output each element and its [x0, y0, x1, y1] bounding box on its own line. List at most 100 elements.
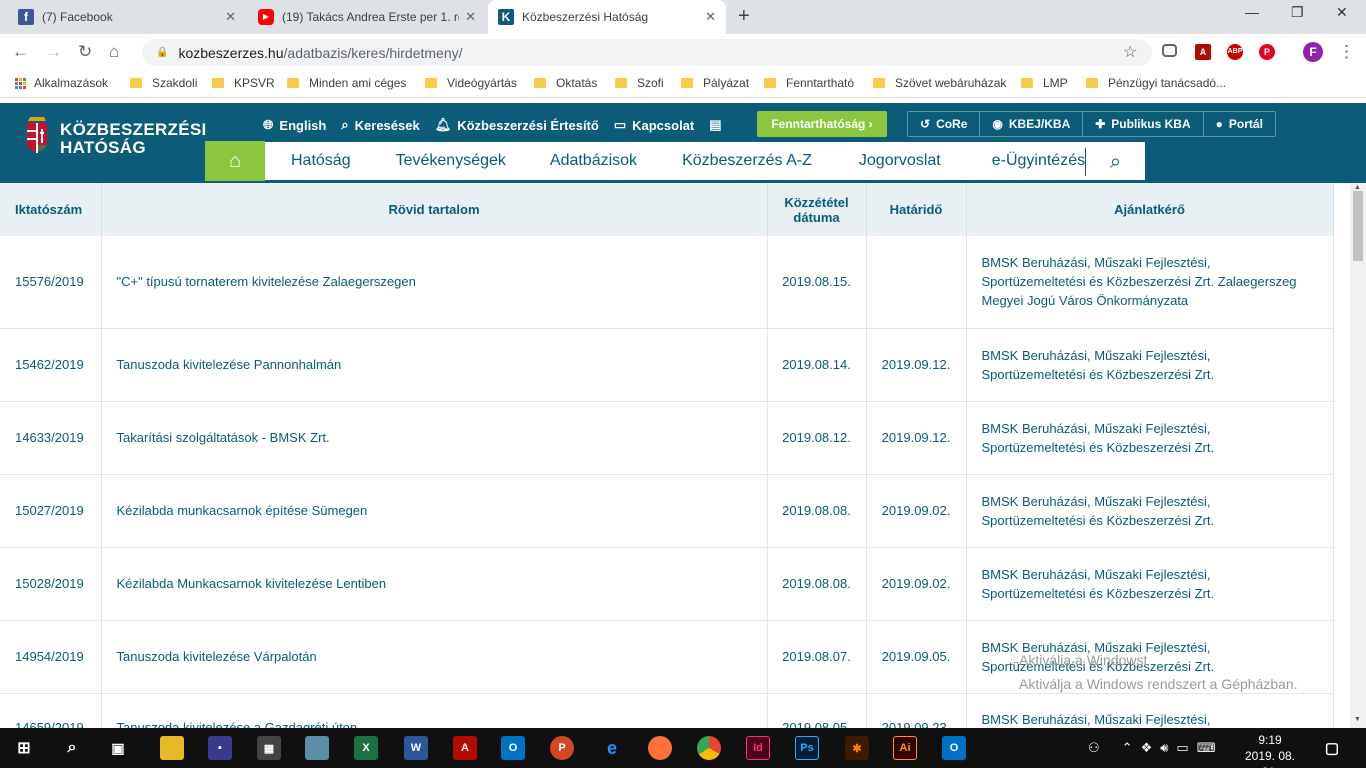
chrome-icon[interactable] [697, 736, 721, 760]
nav-tevekenysegek[interactable]: Tevékenységek [396, 152, 506, 170]
file-explorer-icon[interactable] [160, 736, 184, 760]
row-title[interactable]: "C+" típusú tornaterem kivitelezése Zala… [101, 236, 768, 329]
document-icon[interactable]: ▤ [709, 117, 721, 133]
bookmark-folder[interactable]: Videógyártás [425, 76, 517, 90]
edge-icon[interactable]: e [600, 736, 624, 760]
forward-icon[interactable]: → [45, 42, 62, 62]
illustrator-icon[interactable]: Ai [893, 736, 917, 760]
bookmark-apps[interactable]: Alkalmazások [15, 76, 108, 90]
row-id[interactable]: 15462/2019 [0, 328, 102, 402]
fenntarthatosag-button[interactable]: Fenntarthatóság › [757, 111, 887, 137]
word-icon[interactable]: W [404, 736, 428, 760]
table-row[interactable]: 15462/2019 Tanuszoda kivitelezése Pannon… [0, 328, 1334, 402]
people-icon[interactable]: ⚇ [1088, 740, 1100, 756]
language-icon[interactable]: ⌨ [1197, 740, 1216, 756]
reload-icon[interactable]: ↻ [78, 42, 92, 62]
row-title[interactable]: Tanuszoda kivitelezése Várpalotán [101, 620, 768, 694]
row-id[interactable]: 15027/2019 [0, 474, 102, 548]
close-icon[interactable]: ✕ [225, 9, 236, 25]
acrobat-icon[interactable]: A [453, 736, 477, 760]
home-icon[interactable]: ⌂ [109, 42, 119, 62]
photoshop-icon[interactable]: Ps [795, 736, 819, 760]
table-row[interactable]: 15027/2019 Kézilabda munkacsarnok építés… [0, 474, 1334, 548]
bookmark-folder[interactable]: Pályázat [681, 76, 749, 90]
bookmark-folder[interactable]: Szofi [615, 76, 664, 90]
search-icon[interactable]: ⌕ [60, 736, 84, 760]
notes-icon[interactable] [305, 736, 329, 760]
row-requester[interactable]: BMSK Beruházási, Műszaki Fejlesztési, Sp… [966, 547, 1334, 621]
bookmark-folder[interactable]: Szövet webáruházak [873, 76, 1006, 90]
tab-youtube[interactable]: ▶ (19) Takács Andrea Erste per 1. ré ✕ [248, 0, 486, 34]
row-title[interactable]: Kézilabda munkacsarnok építése Sümegen [101, 474, 768, 548]
scroll-up-icon[interactable]: ▲ [1354, 184, 1361, 191]
profile-avatar[interactable]: F [1303, 42, 1323, 62]
row-title[interactable]: Takarítási szolgáltatások - BMSK Zrt. [101, 401, 768, 475]
row-requester[interactable]: BMSK Beruházási, Műszaki Fejlesztési, Sp… [966, 328, 1334, 402]
network-icon[interactable]: ▭ [1176, 740, 1188, 756]
link-kbej[interactable]: ◉ KBEJ/KBA [980, 112, 1084, 136]
row-requester[interactable]: BMSK Beruházási, Műszaki Fejlesztési, Sp… [966, 236, 1334, 329]
close-icon[interactable]: ✕ [465, 9, 476, 25]
link-kapcsolat[interactable]: ▭ Kapcsolat [614, 117, 694, 133]
row-id[interactable]: 14659/2019 [0, 693, 102, 728]
row-id[interactable]: 15576/2019 [0, 236, 102, 329]
address-bar[interactable]: 🔒 kozbeszerzes.hu/adatbazis/keres/hirdet… [142, 39, 1152, 66]
link-publikus-kba[interactable]: ✚ Publikus KBA [1083, 112, 1204, 136]
table-row[interactable]: 15576/2019 "C+" típusú tornaterem kivite… [0, 236, 1334, 329]
page-scrollbar[interactable]: ▲ ▼ [1350, 183, 1366, 728]
maximize-icon[interactable]: ❐ [1291, 4, 1304, 21]
row-id[interactable]: 14633/2019 [0, 401, 102, 475]
tab-kozbeszerzes[interactable]: K Közbeszerzési Hatóság ✕ [488, 0, 726, 34]
col-hatarido[interactable]: Határidő [866, 183, 967, 236]
nav-search-button[interactable]: ⌕ [1085, 148, 1145, 176]
home-button[interactable]: ⌂ [205, 141, 265, 181]
volume-icon[interactable]: 🔊︎ [1160, 740, 1168, 756]
minimize-icon[interactable]: — [1245, 4, 1259, 20]
link-ertesito[interactable]: 🔔︎ Közbeszerzési Értesítő [435, 117, 599, 133]
pinterest-icon[interactable]: P [1259, 44, 1275, 60]
col-rovid-tartalom[interactable]: Rövid tartalom [101, 183, 768, 236]
new-tab-button[interactable]: + [738, 6, 750, 26]
link-keresesek[interactable]: ⌕ Keresések [341, 117, 419, 133]
bookmark-folder[interactable]: Pénzügyi tanácsadó... [1086, 76, 1226, 90]
link-core[interactable]: ↺ CoRe [908, 112, 981, 136]
indesign-icon[interactable]: Id [746, 736, 770, 760]
bookmark-folder[interactable]: Oktatás [534, 76, 597, 90]
link-portal[interactable]: ● Portál [1204, 112, 1275, 136]
site-logo[interactable]: KÖZBESZERZÉSI HATÓSÁG [60, 121, 207, 157]
taskbar-clock[interactable]: 9:19 2019. 08. 21. [1240, 732, 1300, 768]
outlook-icon[interactable]: O [942, 736, 966, 760]
bookmark-folder[interactable]: Szakdoli [130, 76, 197, 90]
row-requester[interactable]: BMSK Beruházási, Műszaki Fejlesztési, Sp… [966, 474, 1334, 548]
window-close-icon[interactable]: ✕ [1336, 4, 1348, 21]
link-english[interactable]: 🌐︎ English [263, 117, 326, 133]
row-title[interactable]: Tanuszoda kivitelezése a Gazdagréti úton [101, 693, 768, 728]
nav-hatosag[interactable]: Hatóság [291, 152, 351, 170]
excel-icon[interactable]: X [354, 736, 378, 760]
dropbox-icon[interactable]: ❖ [1141, 740, 1153, 756]
nav-adatbazisok[interactable]: Adatbázisok [550, 152, 637, 170]
col-ajanlatkero[interactable]: Ajánlatkérő [966, 183, 1334, 236]
menu-icon[interactable]: ⋮ [1338, 42, 1355, 62]
adblock-icon[interactable]: ABP [1227, 44, 1243, 60]
table-row[interactable]: 15028/2019 Kézilabda Munkacsarnok kivite… [0, 547, 1334, 621]
chevron-up-icon[interactable]: ⌃ [1122, 740, 1133, 756]
table-row[interactable]: 14633/2019 Takarítási szolgáltatások - B… [0, 401, 1334, 475]
nav-kozbeszerzes-az[interactable]: Közbeszerzés A-Z [682, 152, 812, 170]
col-iktatoszam[interactable]: Iktatószám [0, 183, 102, 236]
acrobat-icon[interactable]: A [1195, 44, 1211, 60]
save-disk-icon[interactable]: ▪ [208, 736, 232, 760]
windows-start-icon[interactable]: ⊞ [12, 736, 36, 760]
bookmark-folder[interactable]: LMP [1021, 76, 1068, 90]
row-id[interactable]: 14954/2019 [0, 620, 102, 694]
powerpoint-icon[interactable]: P [550, 736, 574, 760]
pocket-icon[interactable] [1162, 44, 1177, 57]
table-row[interactable]: 14659/2019 Tanuszoda kivitelezése a Gazd… [0, 693, 1334, 728]
coat-of-arms-icon[interactable] [24, 115, 50, 161]
col-kozzetetel[interactable]: Közzététel dátuma [767, 183, 867, 236]
scrollbar-thumb[interactable] [1353, 191, 1363, 261]
row-id[interactable]: 15028/2019 [0, 547, 102, 621]
tab-facebook[interactable]: f (7) Facebook ✕ [8, 0, 246, 34]
task-view-icon[interactable]: ▣ [106, 736, 130, 760]
row-requester[interactable]: BMSK Beruházási, Műszaki Fejlesztési, [966, 693, 1334, 728]
